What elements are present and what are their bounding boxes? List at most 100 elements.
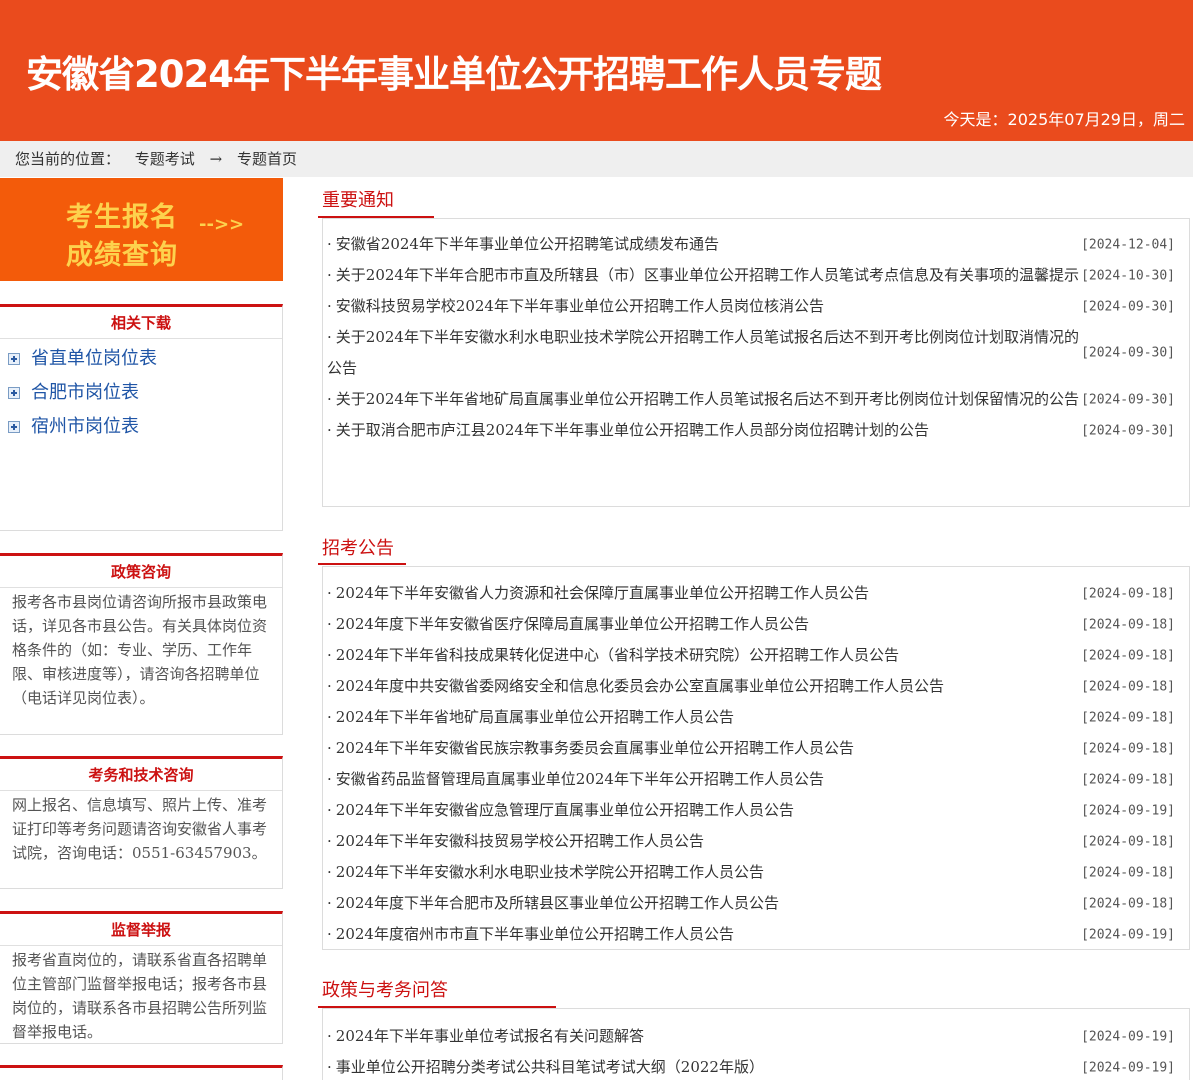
download-item[interactable]: 宿州市岗位表: [0, 409, 282, 443]
breadcrumb-label: 您当前的位置：: [15, 150, 121, 168]
faq-date: [2024-09-19]: [1081, 1029, 1175, 1044]
list-item[interactable]: 关于2024年下半年省地矿局直属事业单位公开招聘工作人员笔试报名后达不到开考比例…: [323, 384, 1189, 415]
download-item[interactable]: 省直单位岗位表: [0, 341, 282, 375]
score-query-label: 成绩查询: [66, 240, 178, 271]
policy-text: 报考各市县岗位请咨询所报市县政策电话，详见各市县公告。有关具体岗位资格条件的（如…: [12, 593, 268, 707]
notice-link[interactable]: 关于2024年下半年合肥市市直及所辖县（市）区事业单位公开招聘工作人员笔试考点信…: [327, 260, 1079, 291]
list-item[interactable]: 安徽省2024年下半年事业单位公开招聘笔试成绩发布通告[2024-12-04]: [323, 229, 1189, 260]
announcement-link[interactable]: 2024年下半年安徽省应急管理厅直属事业单位公开招聘工作人员公告: [327, 795, 1079, 826]
breadcrumb-arrow-icon: →: [209, 150, 223, 168]
list-item[interactable]: 安徽省药品监督管理局直属事业单位2024年下半年公开招聘工作人员公告[2024-…: [323, 764, 1189, 795]
announcement-date: [2024-09-18]: [1081, 679, 1175, 694]
notice-link[interactable]: 关于2024年下半年省地矿局直属事业单位公开招聘工作人员笔试报名后达不到开考比例…: [327, 384, 1079, 415]
expand-plus-icon[interactable]: [8, 387, 20, 399]
list-item[interactable]: 2024年下半年安徽省民族宗教事务委员会直属事业单位公开招聘工作人员公告[202…: [323, 733, 1189, 764]
announcement-date: [2024-09-19]: [1081, 927, 1175, 942]
faq-date: [2024-09-19]: [1081, 1060, 1175, 1075]
downloads-title: 相关下载: [0, 307, 282, 339]
download-label[interactable]: 宿州市岗位表: [31, 412, 139, 438]
notice-link[interactable]: 安徽科技贸易学校2024年下半年事业单位公开招聘工作人员岗位核消公告: [327, 291, 1079, 322]
download-label[interactable]: 合肥市岗位表: [31, 378, 139, 404]
faq-list: 2024年下半年事业单位考试报名有关问题解答[2024-09-19] 事业单位公…: [322, 1008, 1190, 1080]
expand-plus-icon[interactable]: [8, 421, 20, 433]
notice-date: [2024-10-30]: [1081, 268, 1175, 283]
breadcrumb: 您当前的位置： 专题考试 → 专题首页: [0, 141, 1193, 177]
list-item[interactable]: 2024年下半年省地矿局直属事业单位公开招聘工作人员公告[2024-09-18]: [323, 702, 1189, 733]
tech-support-panel: 考务和技术咨询 网上报名、信息填写、照片上传、准考证打印等考务问题请咨询安徽省人…: [0, 756, 283, 889]
announcements-underline: [318, 563, 406, 565]
announcement-date: [2024-09-18]: [1081, 648, 1175, 663]
notice-date: [2024-09-30]: [1081, 423, 1175, 438]
list-item[interactable]: 2024年下半年省科技成果转化促进中心（省科学技术研究院）公开招聘工作人员公告[…: [323, 640, 1189, 671]
downloads-panel: 相关下载 省直单位岗位表 合肥市岗位表 宿州市岗位表: [0, 304, 283, 531]
notice-link[interactable]: 安徽省2024年下半年事业单位公开招聘笔试成绩发布通告: [327, 229, 1079, 260]
policy-panel: 政策咨询 报考各市县岗位请咨询所报市县政策电话，详见各市县公告。有关具体岗位资格…: [0, 553, 283, 735]
list-item[interactable]: 关于取消合肥市庐江县2024年下半年事业单位公开招聘工作人员部分岗位招聘计划的公…: [323, 415, 1189, 446]
announcement-date: [2024-09-19]: [1081, 803, 1175, 818]
announcement-date: [2024-09-18]: [1081, 586, 1175, 601]
announcement-date: [2024-09-18]: [1081, 617, 1175, 632]
signup-banner-button[interactable]: 考生报名 成绩查询 -->>: [0, 178, 283, 281]
download-label[interactable]: 省直单位岗位表: [31, 344, 157, 370]
announcement-link[interactable]: 2024年度中共安徽省委网络安全和信息化委员会办公室直属事业单位公开招聘工作人员…: [327, 671, 1079, 702]
announcement-date: [2024-09-18]: [1081, 772, 1175, 787]
announcement-date: [2024-09-18]: [1081, 834, 1175, 849]
announcement-link[interactable]: 2024年下半年省科技成果转化促进中心（省科学技术研究院）公开招聘工作人员公告: [327, 640, 1079, 671]
list-item[interactable]: 2024年下半年安徽省人力资源和社会保障厅直属事业单位公开招聘工作人员公告[20…: [323, 578, 1189, 609]
report-title: 监督举报: [0, 914, 282, 946]
announcement-date: [2024-09-18]: [1081, 865, 1175, 880]
notices-title: 重要通知: [322, 190, 394, 211]
faq-link[interactable]: 2024年下半年事业单位考试报名有关问题解答: [327, 1021, 1079, 1052]
announcement-link[interactable]: 2024年下半年安徽科技贸易学校公开招聘工作人员公告: [327, 826, 1079, 857]
faq-link[interactable]: 事业单位公开招聘分类考试公共科目笔试考试大纲（2022年版）: [327, 1052, 1079, 1080]
list-item[interactable]: 2024年下半年安徽省应急管理厅直属事业单位公开招聘工作人员公告[2024-09…: [323, 795, 1189, 826]
list-item[interactable]: 关于2024年下半年安徽水利水电职业技术学院公开招聘工作人员笔试报名后达不到开考…: [323, 322, 1189, 384]
signup-label: 考生报名: [66, 202, 178, 233]
list-item[interactable]: 关于2024年下半年合肥市市直及所辖县（市）区事业单位公开招聘工作人员笔试考点信…: [323, 260, 1189, 291]
breadcrumb-link-home[interactable]: 专题首页: [237, 150, 297, 168]
breadcrumb-link-exams[interactable]: 专题考试: [135, 150, 195, 168]
header-banner: 安徽省2024年下半年事业单位公开招聘工作人员专题 今天是：2025年07月29…: [0, 0, 1193, 141]
list-item[interactable]: 2024年下半年安徽水利水电职业技术学院公开招聘工作人员公告[2024-09-1…: [323, 857, 1189, 888]
list-item[interactable]: 2024年度宿州市市直下半年事业单位公开招聘工作人员公告[2024-09-19]: [323, 919, 1189, 950]
notice-date: [2024-09-30]: [1081, 345, 1175, 361]
list-item[interactable]: 2024年度下半年合肥市及所辖县区事业单位公开招聘工作人员公告[2024-09-…: [323, 888, 1189, 919]
page-title: 安徽省2024年下半年事业单位公开招聘工作人员专题: [26, 53, 882, 96]
faq-title: 政策与考务问答: [322, 980, 448, 1001]
report-text: 报考省直岗位的，请联系省直各招聘单位主管部门监督举报电话；报考各市县岗位的，请联…: [12, 951, 268, 1041]
expand-plus-icon[interactable]: [8, 353, 20, 365]
announcements-title: 招考公告: [322, 538, 394, 559]
notice-link[interactable]: 关于取消合肥市庐江县2024年下半年事业单位公开招聘工作人员部分岗位招聘计划的公…: [327, 415, 1079, 446]
announcement-link[interactable]: 2024年下半年安徽省人力资源和社会保障厅直属事业单位公开招聘工作人员公告: [327, 578, 1079, 609]
download-item[interactable]: 合肥市岗位表: [0, 375, 282, 409]
announcement-link[interactable]: 2024年下半年安徽省民族宗教事务委员会直属事业单位公开招聘工作人员公告: [327, 733, 1079, 764]
announcement-link[interactable]: 2024年下半年安徽水利水电职业技术学院公开招聘工作人员公告: [327, 857, 1079, 888]
tech-support-text: 网上报名、信息填写、照片上传、准考证打印等考务问题请咨询安徽省人事考试院，咨询电…: [12, 796, 268, 862]
announcement-link[interactable]: 2024年下半年省地矿局直属事业单位公开招聘工作人员公告: [327, 702, 1079, 733]
list-item[interactable]: 2024年度下半年安徽省医疗保障局直属事业单位公开招聘工作人员公告[2024-0…: [323, 609, 1189, 640]
list-item[interactable]: 事业单位公开招聘分类考试公共科目笔试考试大纲（2022年版）[2024-09-1…: [323, 1052, 1189, 1080]
report-panel: 监督举报 报考省直岗位的，请联系省直各招聘单位主管部门监督举报电话；报考各市县岗…: [0, 911, 283, 1044]
announcement-link[interactable]: 安徽省药品监督管理局直属事业单位2024年下半年公开招聘工作人员公告: [327, 764, 1079, 795]
list-item[interactable]: 安徽科技贸易学校2024年下半年事业单位公开招聘工作人员岗位核消公告[2024-…: [323, 291, 1189, 322]
more-panel: [0, 1065, 283, 1080]
arrow-right-icon: -->>: [199, 214, 245, 235]
notice-date: [2024-09-30]: [1081, 392, 1175, 407]
list-item[interactable]: 2024年下半年安徽科技贸易学校公开招聘工作人员公告[2024-09-18]: [323, 826, 1189, 857]
current-date: 今天是：2025年07月29日，周二: [943, 110, 1185, 129]
announcement-link[interactable]: 2024年度下半年合肥市及所辖县区事业单位公开招聘工作人员公告: [327, 888, 1079, 919]
announcement-date: [2024-09-18]: [1081, 741, 1175, 756]
announcements-list: 2024年下半年安徽省人力资源和社会保障厅直属事业单位公开招聘工作人员公告[20…: [322, 566, 1190, 950]
list-item[interactable]: 2024年度中共安徽省委网络安全和信息化委员会办公室直属事业单位公开招聘工作人员…: [323, 671, 1189, 702]
announcement-link[interactable]: 2024年度下半年安徽省医疗保障局直属事业单位公开招聘工作人员公告: [327, 609, 1079, 640]
notices-list: 安徽省2024年下半年事业单位公开招聘笔试成绩发布通告[2024-12-04] …: [322, 218, 1190, 507]
notice-date: [2024-09-30]: [1081, 299, 1175, 314]
list-item[interactable]: 2024年下半年事业单位考试报名有关问题解答[2024-09-19]: [323, 1021, 1189, 1052]
notice-date: [2024-12-04]: [1081, 237, 1175, 252]
announcement-link[interactable]: 2024年度宿州市市直下半年事业单位公开招聘工作人员公告: [327, 919, 1079, 950]
announcement-date: [2024-09-18]: [1081, 710, 1175, 725]
policy-title: 政策咨询: [0, 556, 282, 588]
announcement-date: [2024-09-18]: [1081, 896, 1175, 911]
tech-support-title: 考务和技术咨询: [0, 759, 282, 791]
notice-link[interactable]: 关于2024年下半年安徽水利水电职业技术学院公开招聘工作人员笔试报名后达不到开考…: [327, 322, 1079, 384]
